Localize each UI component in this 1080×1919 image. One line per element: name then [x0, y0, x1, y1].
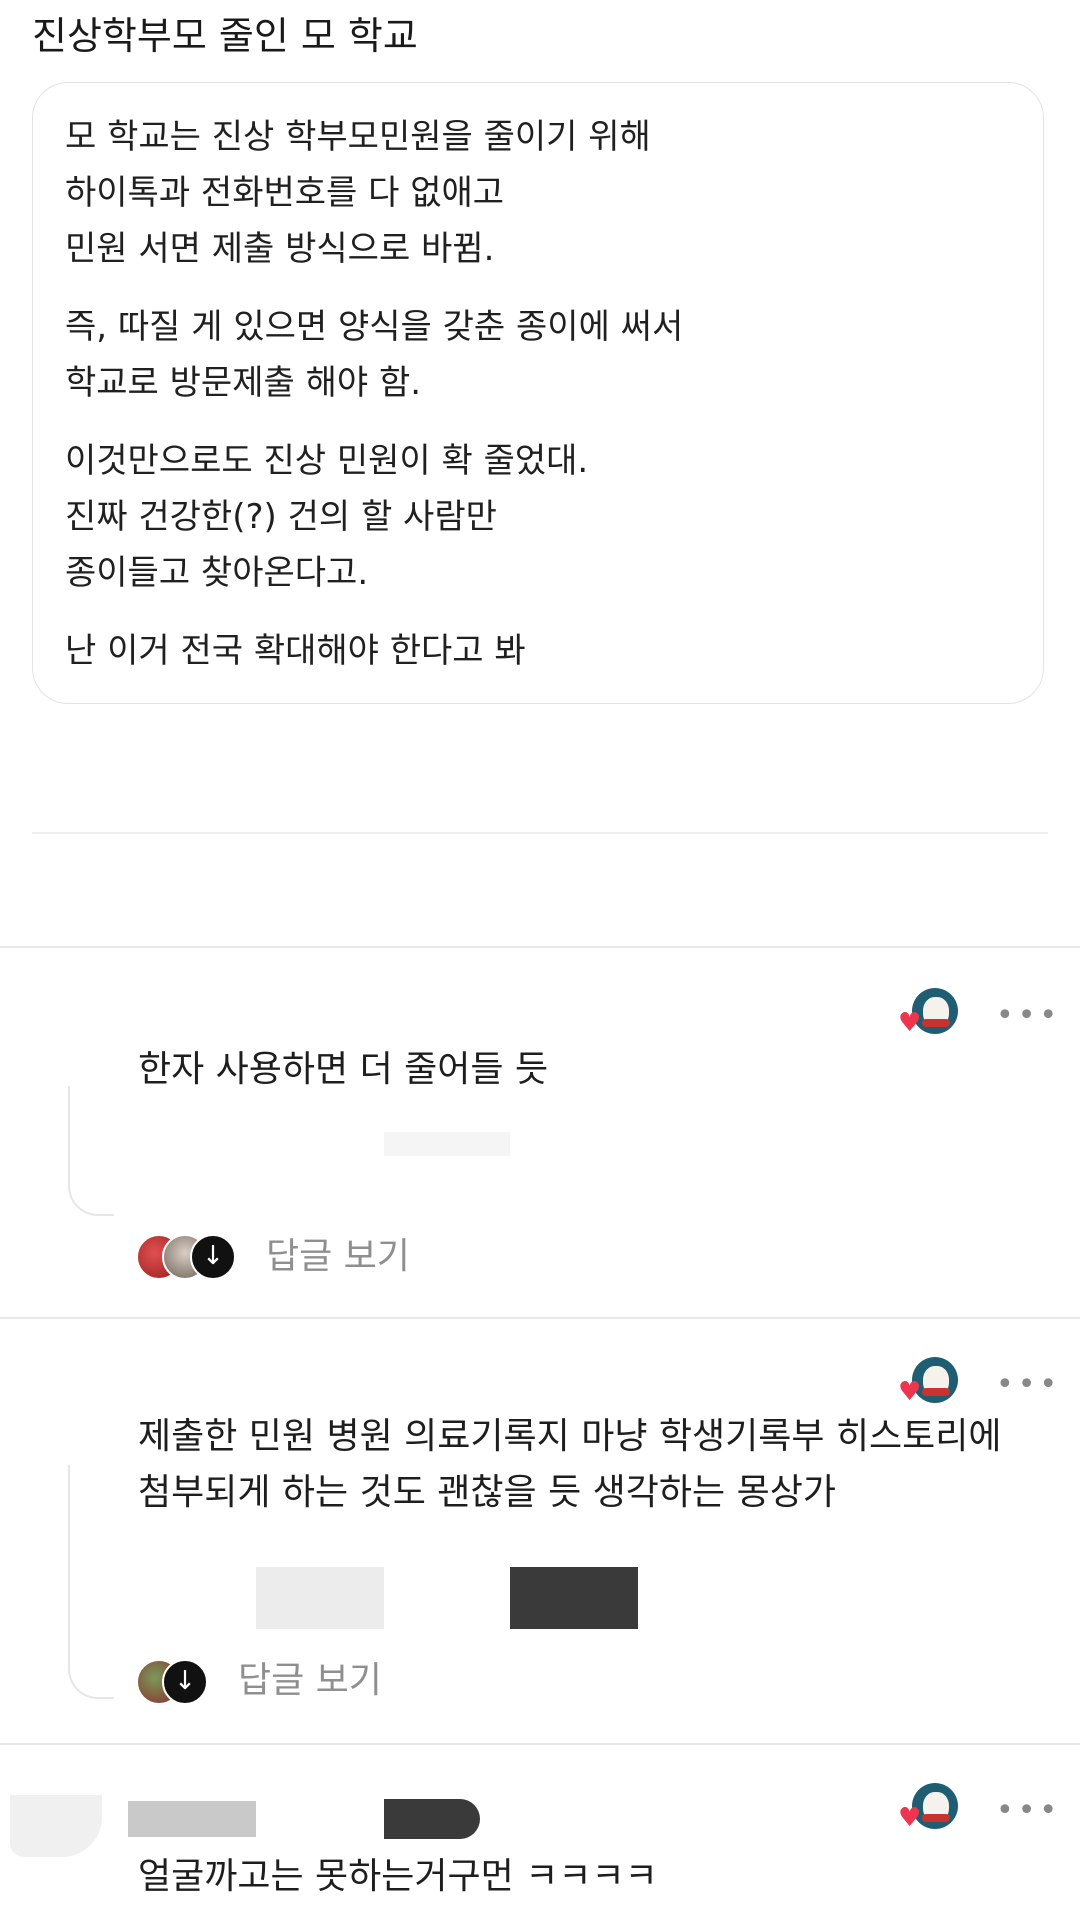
comment-text: 한자 사용하면 더 줄어들 듯: [138, 1042, 548, 1098]
more-horizontal-icon[interactable]: •••: [996, 1370, 1061, 1400]
paragraph-3: 이것만으로도 진상 민원이 확 줄었대. 진짜 건강한(?) 건의 할 사람만 …: [65, 433, 588, 601]
quoted-post-card: 모 학교는 진상 학부모민원을 줄이기 위해 하이톡과 전화번호를 다 없애고 …: [32, 82, 1044, 704]
redacted-block: [256, 1567, 384, 1629]
text-line: 민원 서면 제출 방식으로 바뀜.: [65, 229, 495, 269]
text-line: 하이톡과 전화번호를 다 없애고: [65, 173, 505, 213]
comment-1: ♥ ••• 한자 사용하면 더 줄어들 듯 ↓ 답글 보기: [0, 948, 1080, 1318]
redacted-block: [128, 1801, 256, 1837]
text-line: 종이들고 찾아온다고.: [65, 553, 369, 593]
more-horizontal-icon[interactable]: •••: [996, 1001, 1061, 1031]
arrow-down-circle-icon: ↓: [190, 1234, 236, 1280]
comment-2: ♥ ••• 제출한 민원 병원 의료기록지 마냥 학생기록부 히스토리에 첨부되…: [0, 1319, 1080, 1743]
comment-line: 한자 사용하면 더 줄어들 듯: [138, 1049, 549, 1090]
heart-icon: ♥: [898, 1803, 922, 1833]
comment-text: 제출한 민원 병원 의료기록지 마냥 학생기록부 히스토리에 첨부되게 하는 것…: [138, 1409, 1002, 1521]
redacted-block: [384, 1799, 480, 1839]
text-line: 학교로 방문제출 해야 함.: [65, 363, 422, 403]
comment-line: 첨부되게 하는 것도 괜찮을 듯 생각하는 몽상가: [138, 1472, 836, 1513]
redacted-block: [384, 1132, 510, 1156]
avatar[interactable]: ♥: [898, 1357, 964, 1409]
comment-3: ♥ ••• 얼굴까고는 못하는거구먼 ㅋㅋㅋㅋ: [0, 1745, 1080, 1919]
divider: [32, 832, 1048, 834]
redacted-block: [510, 1567, 638, 1629]
text-line: 모 학교는 진상 학부모민원을 줄이기 위해: [65, 117, 651, 157]
text-line: 이것만으로도 진상 민원이 확 줄었대.: [65, 441, 589, 481]
arrow-down-circle-icon: ↓: [162, 1659, 208, 1705]
view-replies-link[interactable]: 답글 보기: [266, 1235, 410, 1279]
reply-avatars[interactable]: ↓: [136, 1659, 212, 1705]
avatar[interactable]: ♥: [898, 988, 964, 1040]
heart-icon: ♥: [898, 1377, 922, 1407]
thread-line: [68, 1465, 114, 1699]
post-title: 진상학부모 줄인 모 학교: [32, 14, 418, 58]
paragraph-2: 즉, 따질 게 있으면 양식을 갖춘 종이에 써서 학교로 방문제출 해야 함.: [65, 299, 683, 411]
avatar[interactable]: ♥: [898, 1783, 964, 1835]
thread-line: [68, 1086, 114, 1216]
text-line: 난 이거 전국 확대해야 한다고 봐: [65, 631, 526, 671]
paragraph-1: 모 학교는 진상 학부모민원을 줄이기 위해 하이톡과 전화번호를 다 없애고 …: [65, 109, 651, 277]
paragraph-4: 난 이거 전국 확대해야 한다고 봐: [65, 623, 526, 679]
heart-icon: ♥: [898, 1008, 922, 1038]
more-horizontal-icon[interactable]: •••: [996, 1796, 1061, 1826]
comment-line: 얼굴까고는 못하는거구먼 ㅋㅋㅋㅋ: [138, 1856, 658, 1897]
reply-avatars[interactable]: ↓: [136, 1234, 236, 1280]
redacted-block: [10, 1795, 102, 1857]
view-replies-link[interactable]: 답글 보기: [238, 1659, 382, 1703]
comment-text: 얼굴까고는 못하는거구먼 ㅋㅋㅋㅋ: [138, 1849, 658, 1905]
comment-line: 제출한 민원 병원 의료기록지 마냥 학생기록부 히스토리에: [138, 1416, 1002, 1457]
text-line: 즉, 따질 게 있으면 양식을 갖춘 종이에 써서: [65, 307, 684, 347]
text-line: 진짜 건강한(?) 건의 할 사람만: [65, 497, 497, 537]
